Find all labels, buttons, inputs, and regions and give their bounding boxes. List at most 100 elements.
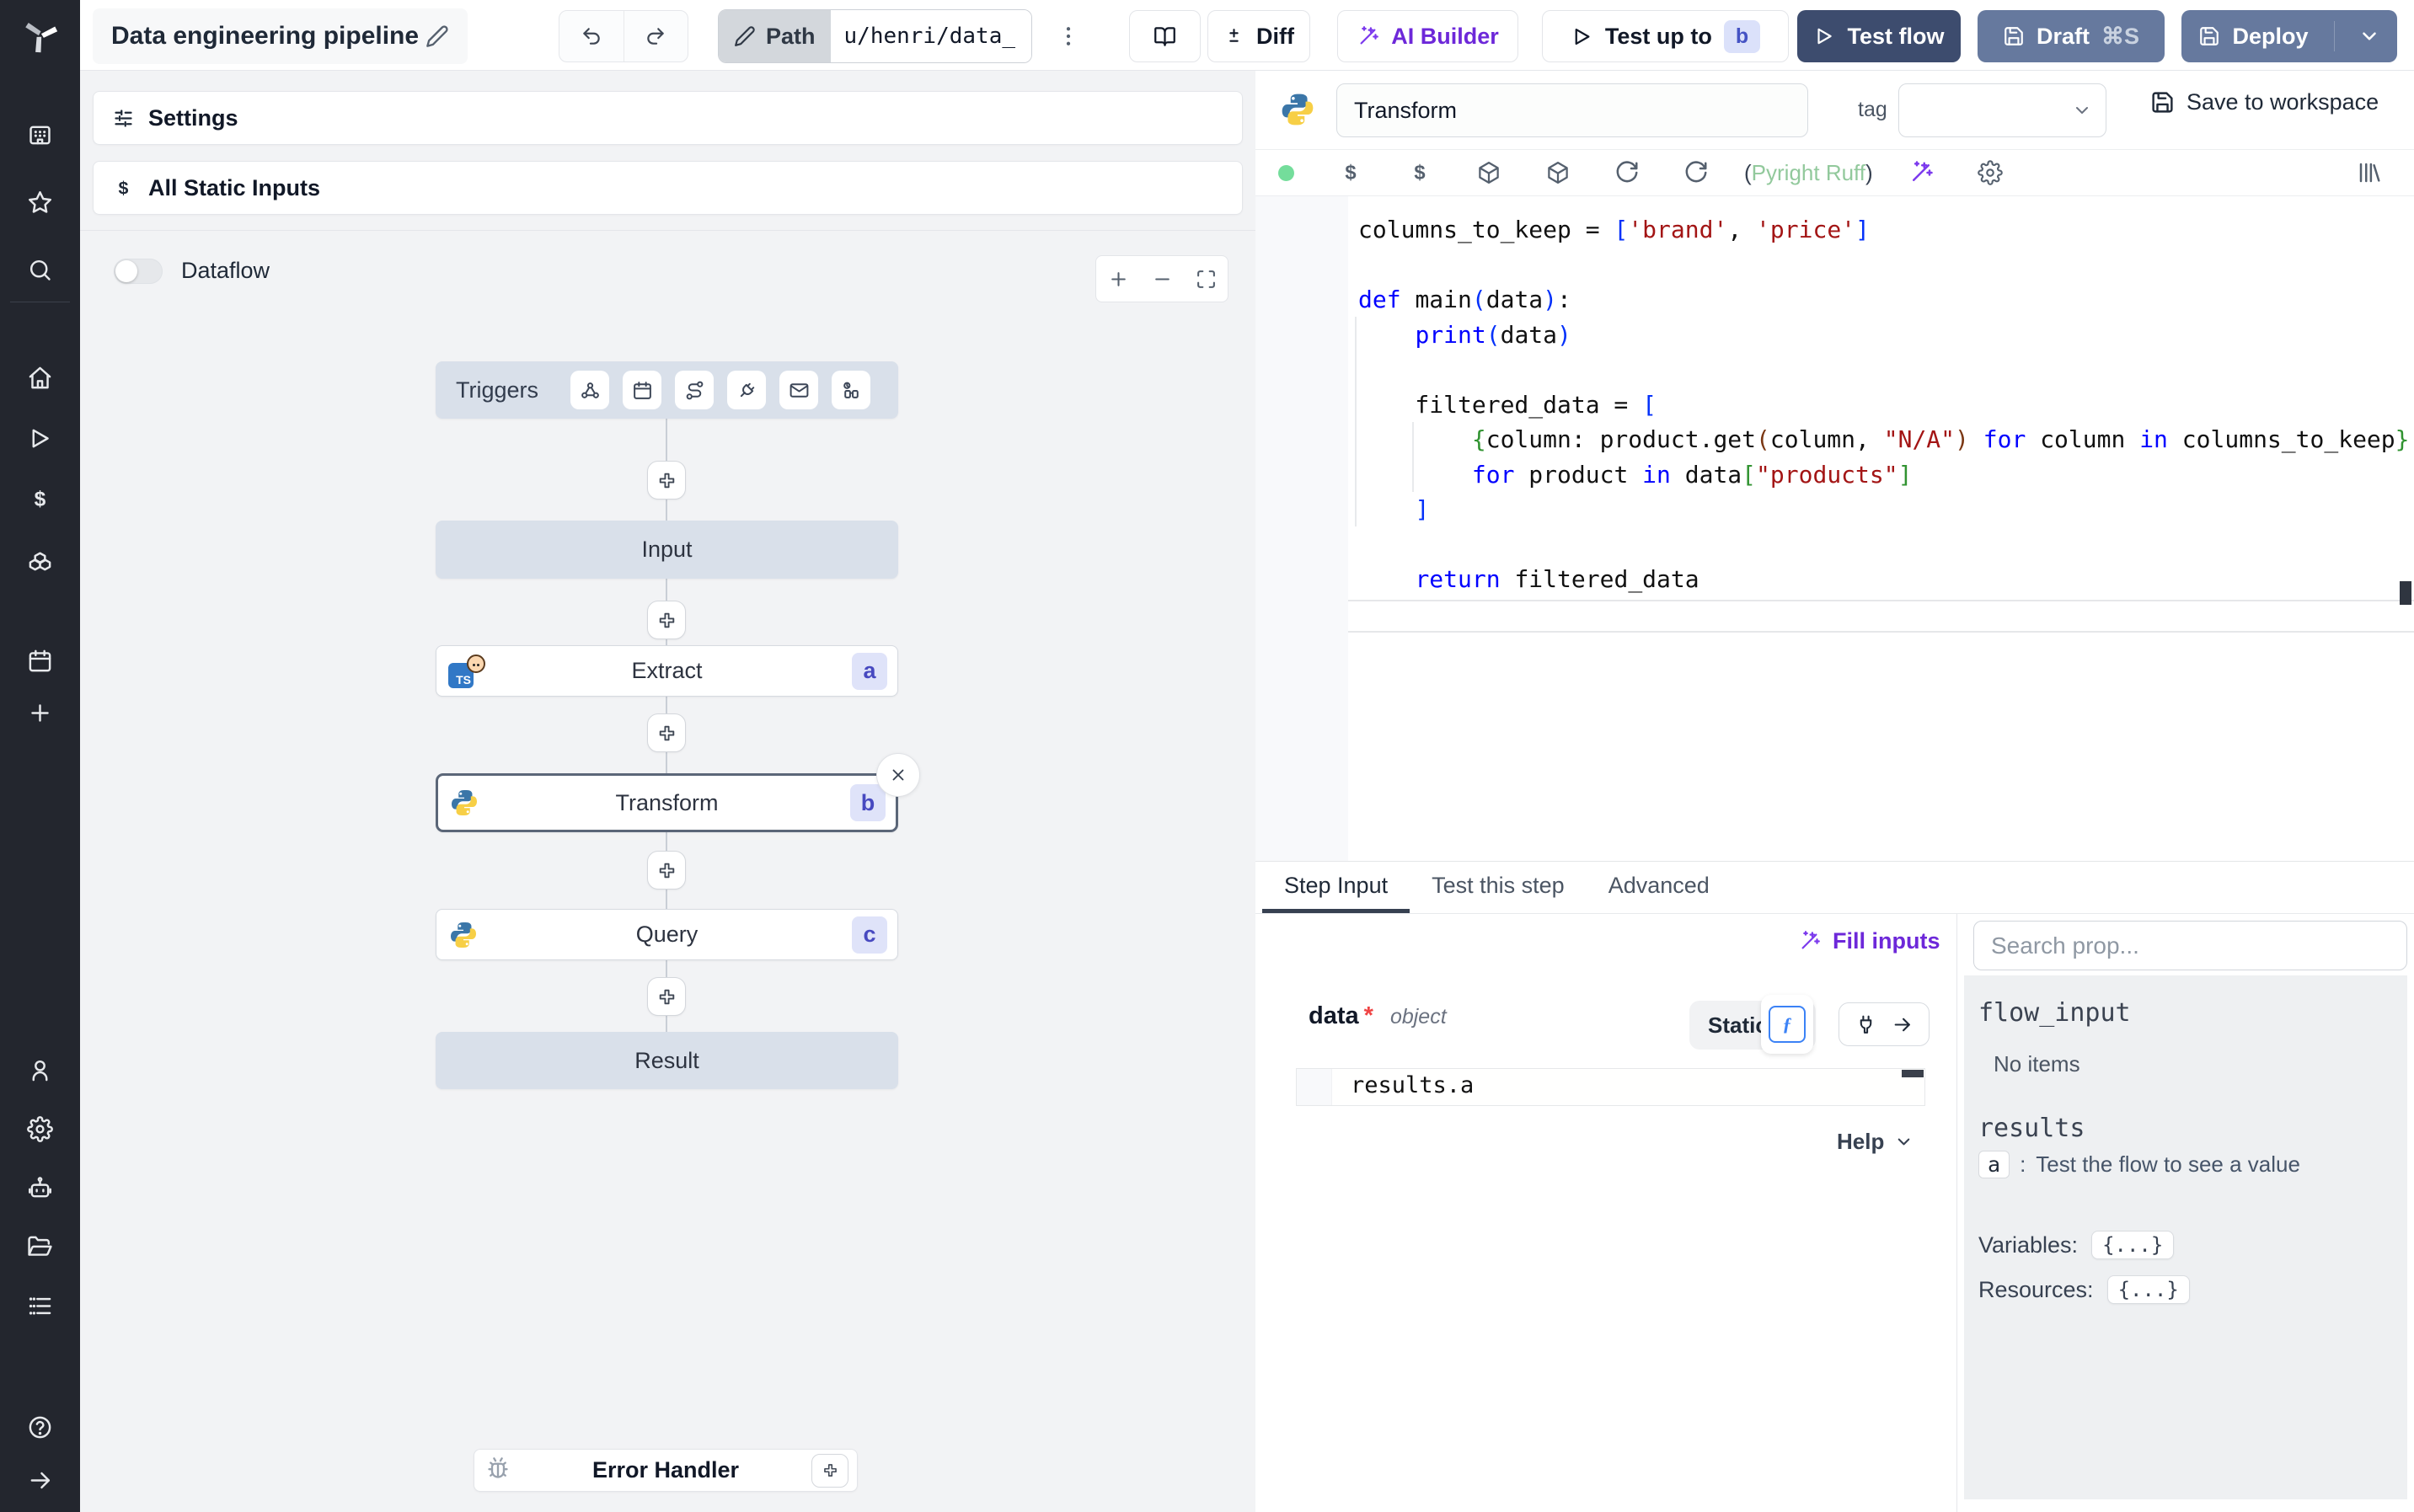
code-line: print(data)	[1415, 320, 1571, 349]
result-entry[interactable]: a : Test the flow to see a value	[1978, 1151, 2300, 1178]
lint-status: (Pyright Ruff)	[1744, 159, 1873, 185]
save-draft-button[interactable]: Draft ⌘S	[1978, 10, 2165, 62]
help-icon[interactable]	[19, 1405, 62, 1449]
ai-assist-button[interactable]	[1908, 160, 1934, 185]
result-key-chip[interactable]: a	[1978, 1151, 2010, 1178]
result-node[interactable]: Result	[436, 1032, 898, 1089]
dollar-icon: $	[119, 178, 129, 198]
triggers-node[interactable]: Triggers	[436, 361, 898, 419]
editor-scrollbar[interactable]	[2400, 581, 2411, 605]
error-handler-node[interactable]: Error Handler	[474, 1449, 858, 1492]
diff-button[interactable]: Diff	[1207, 10, 1310, 62]
ai-builder-button[interactable]: AI Builder	[1337, 10, 1518, 62]
search-icon[interactable]	[19, 248, 62, 291]
redo-button[interactable]	[623, 11, 688, 61]
test-flow-button[interactable]: Test flow	[1797, 10, 1961, 62]
webhook-icon[interactable]	[570, 371, 610, 409]
deploy-button[interactable]: Deploy	[2181, 10, 2397, 62]
variable-picker-button[interactable]: $	[1338, 160, 1363, 185]
arrow-right-icon[interactable]	[19, 1458, 62, 1502]
calendar-icon[interactable]	[19, 638, 62, 682]
path-edit-button[interactable]: Path	[719, 10, 831, 62]
resources-chip[interactable]: {...}	[2106, 1275, 2190, 1304]
more-menu-button[interactable]	[1047, 10, 1089, 62]
add-step-button[interactable]	[647, 713, 686, 752]
arrow-right-icon[interactable]	[1892, 1014, 1913, 1035]
tab-test-this-step[interactable]: Test this step	[1410, 862, 1587, 913]
gear-icon	[1977, 160, 2003, 185]
package-button[interactable]	[1476, 160, 1501, 185]
add-step-button[interactable]	[647, 461, 686, 500]
tab-step-input[interactable]: Step Input	[1262, 862, 1410, 913]
expression-editor[interactable]: results.a	[1296, 1068, 1925, 1106]
help-toggle[interactable]: Help	[1837, 1129, 1914, 1155]
flow-settings-button[interactable]: Settings	[93, 91, 1243, 145]
dataflow-toggle[interactable]	[114, 258, 163, 284]
step-node-transform-selected[interactable]: Transform b	[436, 773, 898, 832]
mail-icon[interactable]	[779, 371, 819, 409]
step-node-query[interactable]: Query c	[436, 909, 898, 960]
resource-picker-button[interactable]: $	[1407, 160, 1432, 185]
plus-icon[interactable]	[19, 691, 62, 735]
zoom-out-button[interactable]	[1152, 269, 1173, 290]
wand-icon	[1912, 161, 1933, 181]
editor-rule	[1348, 631, 2414, 633]
fit-view-button[interactable]	[1196, 269, 1217, 290]
edit-title-icon[interactable]	[426, 24, 449, 48]
tag-select[interactable]	[1898, 83, 2106, 137]
plug-icon[interactable]	[727, 371, 767, 409]
package-button[interactable]	[1545, 160, 1571, 185]
undo-button[interactable]	[559, 11, 624, 61]
step-node-extract[interactable]: TS Extract a	[436, 645, 898, 697]
editor-toolbar: $ $ (Pyright Ruff)	[1255, 150, 2414, 196]
windmill-logo-icon[interactable]	[0, 10, 80, 61]
gear-icon[interactable]	[19, 1107, 62, 1151]
play-icon[interactable]	[19, 416, 62, 460]
results-section[interactable]: results	[1978, 1114, 2085, 1143]
add-step-button[interactable]	[647, 851, 686, 890]
delete-step-button[interactable]	[876, 753, 920, 797]
flow-input-section[interactable]: flow_input	[1978, 998, 2131, 1028]
all-static-inputs-button[interactable]: $ All Static Inputs	[93, 161, 1243, 215]
home-icon[interactable]	[19, 355, 62, 399]
code-editor[interactable]: columns_to_keep = ['brand', 'price'] def…	[1255, 196, 2414, 862]
route-icon[interactable]	[675, 371, 715, 409]
expression-scrollbar[interactable]	[1902, 1070, 1924, 1077]
svg-text:$: $	[1345, 162, 1356, 184]
plug-icon[interactable]	[1855, 1014, 1876, 1035]
folder-icon[interactable]	[19, 1225, 62, 1269]
reload-button[interactable]	[1614, 160, 1640, 185]
dollar-icon[interactable]: $	[19, 477, 62, 521]
tab-advanced[interactable]: Advanced	[1587, 862, 1732, 913]
calendar-icon[interactable]	[623, 371, 662, 409]
variables-chip[interactable]: {...}	[2091, 1231, 2175, 1259]
input-node[interactable]: Input	[436, 521, 898, 579]
fill-inputs-button[interactable]: Fill inputs	[1798, 928, 1940, 954]
docs-button[interactable]	[1129, 10, 1201, 62]
store-icon[interactable]	[19, 113, 62, 157]
list-icon[interactable]	[19, 1284, 62, 1328]
search-prop-input[interactable]	[1973, 921, 2407, 970]
test-up-to-button[interactable]: Test up to b	[1542, 10, 1789, 62]
reload-button[interactable]	[1683, 160, 1709, 185]
star-icon[interactable]	[19, 180, 62, 224]
editor-settings-button[interactable]	[1977, 160, 2003, 185]
add-step-button[interactable]	[647, 601, 686, 639]
rotate-icon	[1685, 161, 1707, 183]
expression-mode-toggle[interactable]: ƒ	[1761, 995, 1813, 1054]
chevron-down-icon[interactable]	[2358, 25, 2380, 47]
add-error-handler-button[interactable]	[811, 1453, 848, 1488]
user-icon[interactable]	[19, 1048, 62, 1092]
boxes-icon[interactable]	[19, 537, 62, 581]
bot-icon[interactable]	[19, 1166, 62, 1210]
save-to-workspace-button[interactable]: Save to workspace	[2150, 89, 2379, 115]
poll-icon[interactable]	[832, 371, 871, 409]
zoom-in-button[interactable]	[1108, 269, 1129, 290]
path-input[interactable]	[830, 10, 1031, 62]
add-step-button[interactable]	[647, 977, 686, 1016]
step-name-input[interactable]	[1336, 83, 1808, 137]
canvas-divider	[80, 230, 1255, 231]
dollar-icon: $	[1345, 162, 1356, 184]
library-button[interactable]	[2357, 160, 2382, 185]
